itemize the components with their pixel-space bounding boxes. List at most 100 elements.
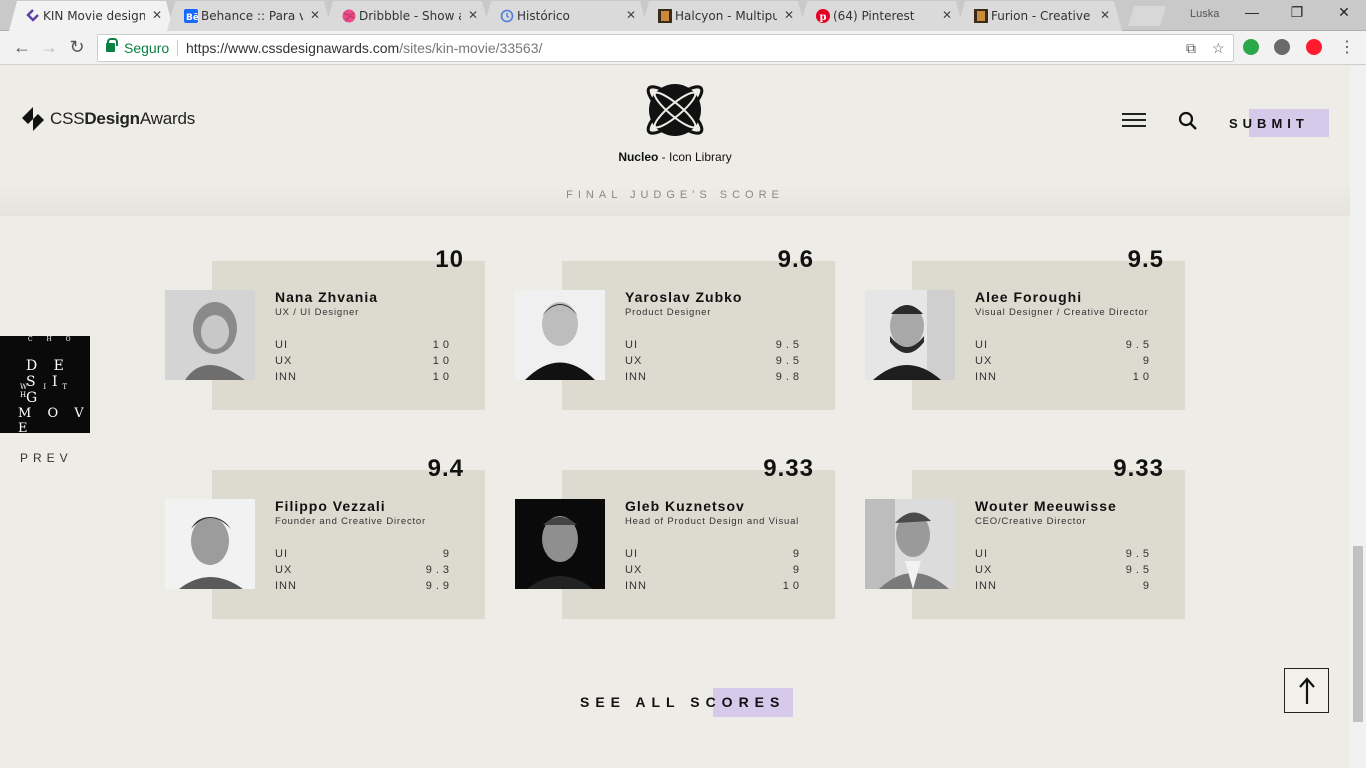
score-label: INN bbox=[625, 580, 647, 592]
judge-total-score: 9.5 bbox=[1127, 246, 1164, 273]
score-value: 10 bbox=[1132, 371, 1153, 383]
tab-label: (64) Pinterest bbox=[833, 9, 915, 23]
submit-button[interactable]: SUBMIT bbox=[1229, 109, 1329, 137]
judge-name: Alee Foroughi bbox=[975, 289, 1083, 305]
score-label: UX bbox=[275, 564, 293, 576]
prev-project-thumbnail[interactable]: C H O D E S I G W I T H M O V E bbox=[0, 336, 90, 433]
logo-bold: Design bbox=[84, 109, 140, 128]
score-label: INN bbox=[275, 580, 297, 592]
lock-icon bbox=[106, 38, 118, 52]
judge-card: 9.6 Yaroslav Zubko Product Designer UI 9.… bbox=[515, 231, 835, 431]
tab-halcyon[interactable]: Halcyon - Multipurpose ✕ bbox=[641, 1, 806, 31]
score-value: 9 bbox=[792, 548, 803, 560]
close-icon[interactable]: ✕ bbox=[310, 8, 320, 22]
reload-icon[interactable]: ↻ bbox=[66, 37, 88, 58]
score-label: UI bbox=[625, 339, 638, 351]
score-label: UI bbox=[275, 548, 288, 560]
judge-total-score: 9.6 bbox=[777, 246, 814, 273]
judge-name: Wouter Meeuwisse bbox=[975, 498, 1117, 514]
browser-toolbar: ← → ↻ Seguro https://www.cssdesignawards… bbox=[0, 31, 1366, 65]
judge-total-score: 10 bbox=[435, 246, 464, 273]
opera-icon[interactable] bbox=[1306, 39, 1322, 55]
tab-label: Halcyon - Multipurpose bbox=[675, 9, 777, 23]
tab-label: Behance :: Para você bbox=[201, 9, 303, 23]
see-all-scores-label: SEE ALL SCORES bbox=[580, 694, 786, 710]
close-icon[interactable]: ✕ bbox=[152, 8, 162, 22]
page-scrollbar[interactable] bbox=[1350, 66, 1366, 768]
judge-total-score: 9.4 bbox=[427, 455, 464, 482]
judge-photo bbox=[515, 290, 605, 380]
translate-icon[interactable]: ⧉ bbox=[1186, 40, 1196, 57]
judge-card: 9.5 Alee Foroughi Visual Designer / Crea… bbox=[865, 231, 1185, 431]
nucleo-ad[interactable]: Nucleo - Icon Library bbox=[610, 78, 740, 164]
score-value: 9.5 bbox=[1125, 339, 1153, 351]
close-icon[interactable]: ✕ bbox=[942, 8, 952, 22]
score-label: INN bbox=[975, 371, 997, 383]
score-value: 9 bbox=[1142, 580, 1153, 592]
tab-furion[interactable]: Furion - Creative Portfolio ✕ bbox=[957, 1, 1122, 31]
judge-photo bbox=[515, 499, 605, 589]
tab-pinterest[interactable]: p (64) Pinterest ✕ bbox=[799, 1, 964, 31]
score-value: 9.8 bbox=[775, 371, 803, 383]
close-window-icon[interactable]: ✕ bbox=[1329, 4, 1359, 21]
evernote-icon[interactable] bbox=[1274, 39, 1290, 55]
judge-role: Visual Designer / Creative Director bbox=[975, 307, 1149, 318]
restore-icon[interactable]: ❐ bbox=[1282, 4, 1312, 21]
scrollbar-thumb[interactable] bbox=[1353, 546, 1363, 722]
forward-icon[interactable]: → bbox=[38, 37, 60, 58]
search-icon[interactable] bbox=[1178, 111, 1198, 131]
judge-role: Head of Product Design and Visual bbox=[625, 516, 800, 527]
new-tab-button[interactable] bbox=[1128, 6, 1166, 26]
tab-dribbble[interactable]: Dribbble - Show and tell ✕ bbox=[325, 1, 490, 31]
score-label: UI bbox=[975, 339, 988, 351]
close-icon[interactable]: ✕ bbox=[468, 8, 478, 22]
close-icon[interactable]: ✕ bbox=[1100, 8, 1110, 22]
judge-role: Founder and Creative Director bbox=[275, 516, 426, 527]
see-all-scores-button[interactable]: SEE ALL SCORES bbox=[580, 686, 795, 718]
score-value: 9.5 bbox=[1125, 564, 1153, 576]
judge-card: 9.33 Gleb Kuznetsov Head of Product Desi… bbox=[515, 440, 835, 640]
score-value: 9.9 bbox=[425, 580, 453, 592]
tab-label: Histórico bbox=[517, 9, 570, 23]
close-icon[interactable]: ✕ bbox=[784, 8, 794, 22]
nucleo-name-bold: Nucleo bbox=[618, 150, 659, 164]
thumb-word: M O V E bbox=[18, 406, 90, 433]
star-icon[interactable]: ☆ bbox=[1212, 40, 1225, 57]
nucleo-label: Nucleo - Icon Library bbox=[610, 150, 740, 164]
url-host: https://www.cssdesignawards.com bbox=[186, 40, 400, 56]
minimize-icon[interactable]: — bbox=[1237, 4, 1267, 20]
hamburger-menu-icon[interactable] bbox=[1122, 113, 1146, 127]
extension-green-icon[interactable] bbox=[1243, 39, 1259, 55]
tab-label: Dribbble - Show and tell bbox=[359, 9, 461, 23]
tab-label: KIN Movie designer bbox=[43, 9, 145, 23]
nucleo-suffix: - Icon Library bbox=[658, 150, 732, 164]
score-label: INN bbox=[625, 371, 647, 383]
judge-total-score: 9.33 bbox=[763, 455, 814, 482]
back-icon[interactable]: ← bbox=[11, 37, 33, 58]
profile-name[interactable]: Luska bbox=[1190, 8, 1219, 20]
secure-label: Seguro bbox=[124, 40, 170, 56]
menu-dots-icon[interactable]: ⋮ bbox=[1336, 37, 1358, 57]
back-to-top-button[interactable] bbox=[1284, 668, 1329, 713]
judge-total-score: 9.33 bbox=[1113, 455, 1164, 482]
judge-photo bbox=[865, 290, 955, 380]
score-label: UX bbox=[625, 355, 643, 367]
judge-photo bbox=[165, 290, 255, 380]
url-text[interactable]: https://www.cssdesignawards.com/sites/ki… bbox=[186, 40, 542, 56]
tab-historico[interactable]: Histórico ✕ bbox=[483, 1, 648, 31]
tab-behance[interactable]: Bē Behance :: Para você ✕ bbox=[167, 1, 332, 31]
judge-name: Filippo Vezzali bbox=[275, 498, 386, 514]
logo-suffix: Awards bbox=[139, 109, 196, 128]
cssda-logo[interactable]: CSSDesignAwards bbox=[20, 106, 195, 132]
address-bar[interactable]: Seguro https://www.cssdesignawards.com/s… bbox=[97, 34, 1234, 62]
tab-kin-movie[interactable]: KIN Movie designer ✕ bbox=[9, 1, 174, 31]
score-value: 10 bbox=[432, 339, 453, 351]
score-value: 9 bbox=[792, 564, 803, 576]
logo-text: CSSDesignAwards bbox=[50, 109, 195, 129]
judge-photo bbox=[165, 499, 255, 589]
score-value: 9.5 bbox=[775, 355, 803, 367]
prev-link[interactable]: PREV bbox=[20, 451, 73, 465]
close-icon[interactable]: ✕ bbox=[626, 8, 636, 22]
score-label: UX bbox=[625, 564, 643, 576]
omnibox-separator bbox=[177, 40, 178, 56]
